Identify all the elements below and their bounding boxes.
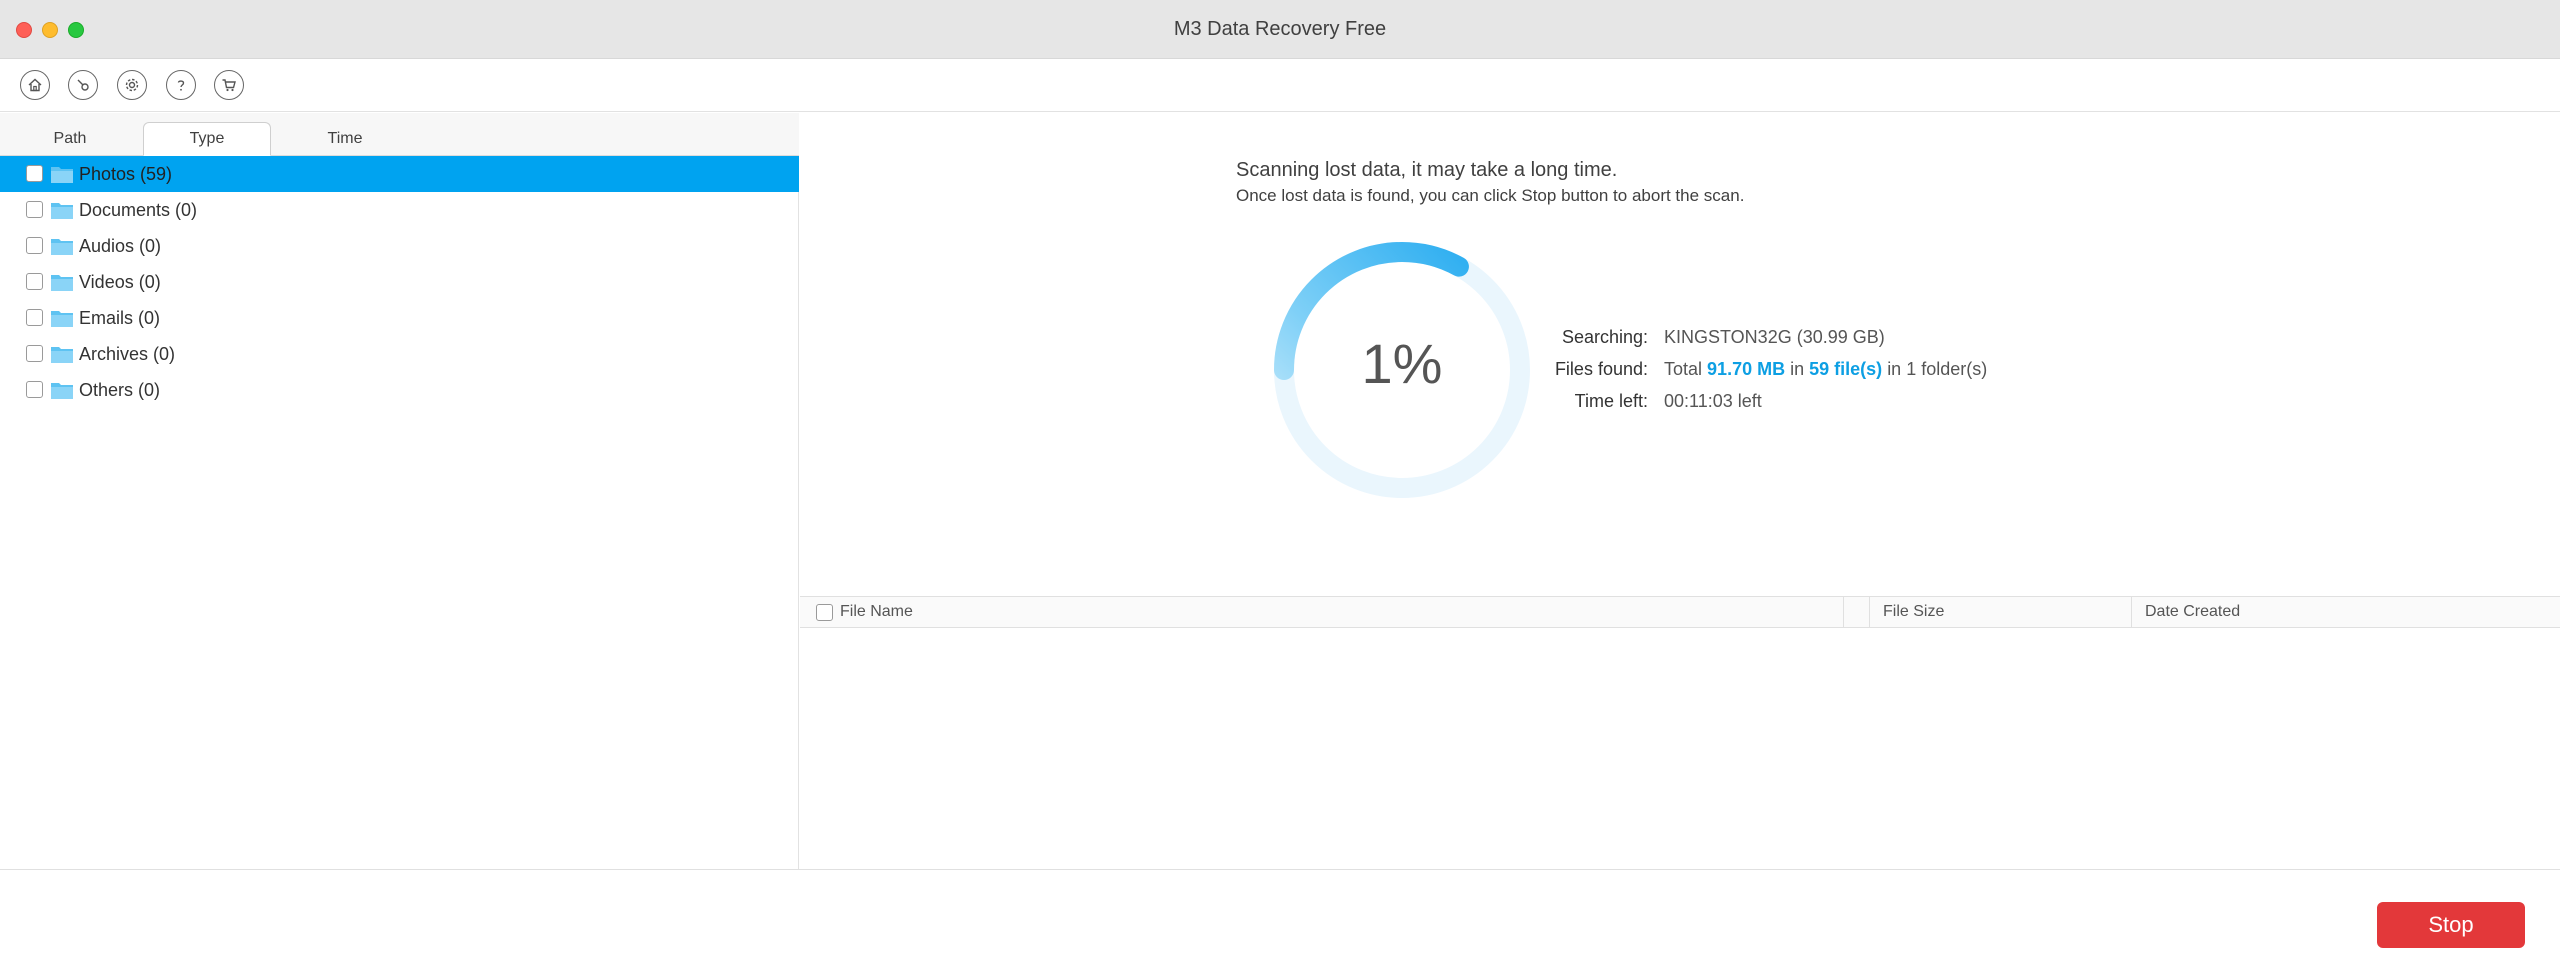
scan-hint: Once lost data is found, you can click S…	[1236, 186, 1745, 205]
column-divider	[1869, 597, 1870, 627]
tree-item-label: Videos (0)	[79, 272, 161, 292]
folder-icon	[51, 203, 73, 219]
scan-panel: Scanning lost data, it may take a long t…	[800, 113, 2560, 869]
tab-path[interactable]: Path	[0, 122, 140, 156]
view-tabs: Path Type Time	[0, 113, 799, 156]
archives-checkbox[interactable]	[26, 345, 43, 362]
help-icon	[177, 80, 185, 91]
searching-label: Searching:	[1561, 327, 1648, 347]
folder-icon	[51, 311, 73, 327]
documents-checkbox[interactable]	[26, 201, 43, 218]
emails-checkbox[interactable]	[26, 309, 43, 326]
tree-item-label: Emails (0)	[79, 308, 161, 328]
audios-checkbox[interactable]	[26, 237, 43, 254]
folder-icon	[51, 347, 73, 363]
footer-bar: Stop	[0, 869, 2560, 973]
tree-item-label: Documents (0)	[79, 200, 198, 220]
stop-button[interactable]: Stop	[2377, 902, 2525, 948]
scan-message: Scanning lost data, it may take a long t…	[1236, 159, 1618, 181]
tab-type[interactable]: Type	[143, 122, 271, 156]
settings-icon	[125, 78, 139, 92]
folder-icon	[51, 167, 73, 183]
column-date-created[interactable]: Date Created	[2145, 597, 2240, 627]
tree-item-label: Archives (0)	[79, 344, 176, 364]
tab-time[interactable]: Time	[280, 122, 410, 156]
files-total-prefix: Total	[1664, 359, 1703, 379]
cart-icon	[222, 79, 236, 92]
files-found-value: Total 91.70 MB in 59 file(s) in 1 folder…	[1664, 359, 1987, 380]
folder-icon	[51, 239, 73, 255]
title-bar: M3 Data Recovery Free	[0, 0, 2560, 59]
others-checkbox[interactable]	[26, 381, 43, 398]
photos-checkbox[interactable]	[26, 165, 43, 182]
folder-icon	[51, 275, 73, 291]
time-left-label: Time left:	[1574, 391, 1648, 411]
help-button[interactable]	[166, 70, 196, 100]
home-button[interactable]	[20, 70, 50, 100]
home-icon	[28, 78, 42, 92]
category-tree: Photos (59) Documents (0) Audios (0) Vid…	[0, 156, 799, 408]
time-left-value: 00:11:03 left	[1664, 391, 1762, 411]
tree-item-label: Others (0)	[79, 380, 161, 400]
tree-item-audios[interactable]: Audios (0)	[0, 228, 799, 264]
videos-checkbox[interactable]	[26, 273, 43, 290]
tree-item-label: Photos (59)	[79, 164, 173, 184]
files-suffix: in 1 folder(s)	[1887, 359, 1988, 379]
tree-item-photos[interactable]: Photos (59)	[0, 156, 799, 192]
window-title: M3 Data Recovery Free	[1173, 18, 1387, 40]
files-in: in	[1790, 359, 1805, 379]
cart-button[interactable]	[214, 70, 244, 100]
tree-item-others[interactable]: Others (0)	[0, 372, 799, 408]
tree-item-emails[interactable]: Emails (0)	[0, 300, 799, 336]
toolbar	[0, 60, 2560, 112]
tree-item-documents[interactable]: Documents (0)	[0, 192, 799, 228]
searching-value: KINGSTON32G (30.99 GB)	[1664, 327, 1885, 347]
tree-item-archives[interactable]: Archives (0)	[0, 336, 799, 372]
files-found-label: Files found:	[1554, 359, 1648, 379]
column-file-size[interactable]: File Size	[1883, 597, 1944, 627]
files-size: 91.70 MB	[1707, 359, 1786, 379]
scan-icon	[77, 79, 89, 91]
files-count: 59 file(s)	[1809, 359, 1883, 379]
column-divider	[1843, 597, 1844, 627]
tree-item-videos[interactable]: Videos (0)	[0, 264, 799, 300]
category-panel: Path Type Time Photos (59) Documents (0)…	[0, 113, 799, 869]
tree-item-label: Audios (0)	[79, 236, 162, 256]
folder-icon	[51, 383, 73, 399]
column-file-name[interactable]: File Name	[840, 597, 913, 627]
column-divider	[2131, 597, 2132, 627]
select-all-checkbox[interactable]	[816, 604, 833, 621]
settings-button[interactable]	[117, 70, 147, 100]
file-table-header: File Name File Size Date Created	[800, 596, 2560, 628]
scan-button[interactable]	[68, 70, 98, 100]
